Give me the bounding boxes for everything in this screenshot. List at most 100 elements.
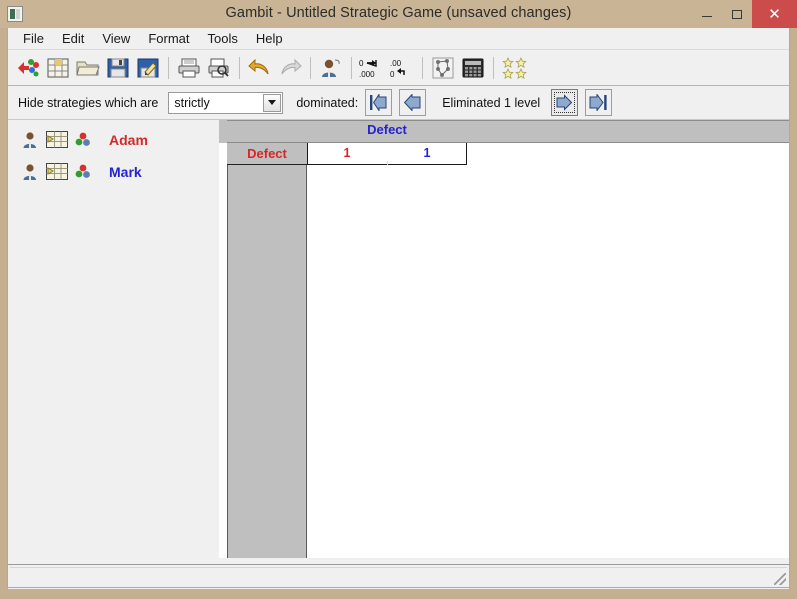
minimize-button[interactable]	[692, 0, 722, 28]
first-level-button[interactable]	[365, 89, 393, 116]
undo-icon	[248, 58, 269, 74]
new-table-icon	[47, 58, 69, 77]
row-player-payoff[interactable]: 1	[308, 146, 386, 160]
next-level-icon	[556, 94, 573, 111]
payoff-matrix: Defect Defect 1 1	[219, 120, 789, 558]
dominated-label: dominated:	[296, 95, 359, 110]
dominance-mode-select[interactable]: strictly	[168, 91, 284, 114]
toolbar-separator	[351, 56, 352, 79]
player-row[interactable]: Mark	[22, 159, 219, 185]
stars-icon	[502, 56, 527, 79]
undo-button[interactable]	[245, 53, 275, 83]
players-button[interactable]	[316, 53, 346, 83]
toolbar-separator	[239, 56, 240, 79]
resize-grip[interactable]	[774, 573, 786, 585]
column-header-band	[219, 120, 789, 143]
svg-text:.000: .000	[359, 70, 375, 79]
player-strategies-icon[interactable]	[46, 163, 68, 181]
increase-decimals-icon: .00 0	[390, 59, 405, 79]
toolbar: 0 .000 .00 0	[8, 50, 789, 86]
toolbar-separator	[310, 56, 311, 79]
save-button[interactable]	[103, 53, 133, 83]
close-button[interactable]: ✕	[752, 0, 797, 28]
last-level-button[interactable]	[585, 89, 613, 116]
hide-strategies-label: Hide strategies which are	[18, 95, 159, 110]
save-as-icon	[137, 58, 159, 77]
new-game-icon	[18, 58, 39, 76]
decrease-decimals-button[interactable]: 0 .000	[357, 53, 387, 83]
player-avatar-icon	[22, 163, 40, 181]
player-icon	[322, 59, 340, 77]
save-as-button[interactable]	[133, 53, 163, 83]
svg-text:.00: .00	[390, 59, 402, 68]
menu-item-edit[interactable]: Edit	[53, 29, 93, 48]
window-controls: ✕	[692, 0, 797, 28]
new-table-button[interactable]	[43, 53, 73, 83]
next-level-button[interactable]	[551, 89, 579, 116]
window-title: Gambit - Untitled Strategic Game (unsave…	[225, 5, 572, 21]
payoff-cell[interactable]: 1 1	[307, 143, 467, 165]
column-strategy-label[interactable]: Defect	[307, 122, 467, 137]
redo-button[interactable]	[275, 53, 305, 83]
toolbar-separator	[493, 56, 494, 79]
game-tree-button[interactable]	[428, 53, 458, 83]
maximize-icon	[732, 9, 742, 19]
work-area: Adam Mark Defect Defect 1 1	[8, 120, 789, 558]
calculator-button[interactable]	[458, 53, 488, 83]
minimize-icon	[702, 15, 712, 18]
player-payoff-icon[interactable]	[74, 163, 92, 181]
toolbar-separator	[168, 56, 169, 79]
equilibria-button[interactable]	[499, 53, 537, 83]
svg-text:0: 0	[359, 59, 364, 68]
first-level-icon	[370, 94, 387, 111]
calculator-icon	[462, 58, 484, 77]
menu-bar: File Edit View Format Tools Help	[8, 28, 789, 50]
redo-icon	[281, 58, 302, 74]
open-folder-icon	[76, 61, 100, 75]
status-text	[10, 567, 787, 585]
menu-item-view[interactable]: View	[93, 29, 139, 48]
game-tree-icon	[432, 57, 454, 78]
menu-item-help[interactable]: Help	[247, 29, 292, 48]
svg-text:0: 0	[390, 70, 395, 79]
row-header-column	[227, 143, 307, 558]
window-bottom-edge	[0, 589, 797, 599]
row-strategy-label[interactable]: Defect	[227, 143, 307, 165]
elimination-status: Eliminated 1 level	[442, 95, 541, 110]
dominance-mode-value: strictly	[174, 95, 210, 110]
menu-item-file[interactable]: File	[14, 29, 53, 48]
player-panel: Adam Mark	[8, 120, 219, 558]
print-preview-icon	[208, 58, 229, 77]
toolbar-separator	[422, 56, 423, 79]
increase-decimals-button[interactable]: .00 0	[387, 53, 417, 83]
last-level-icon	[589, 94, 607, 111]
save-icon	[107, 58, 129, 77]
previous-level-button[interactable]	[399, 89, 427, 116]
decrease-decimals-icon: 0 .000	[359, 59, 377, 79]
column-player-payoff[interactable]: 1	[388, 146, 466, 160]
matrix-corner-cell	[219, 120, 227, 143]
maximize-button[interactable]	[722, 0, 752, 28]
player-payoff-icon[interactable]	[74, 131, 92, 149]
chevron-down-icon[interactable]	[263, 93, 282, 112]
player-name[interactable]: Mark	[109, 164, 142, 180]
previous-level-icon	[404, 94, 421, 111]
client-area: File Edit View Format Tools Help 0 .000 …	[7, 28, 790, 592]
menu-item-format[interactable]: Format	[139, 29, 198, 48]
payoff-divider	[387, 161, 388, 165]
status-bar	[7, 564, 790, 588]
menu-item-tools[interactable]: Tools	[198, 29, 246, 48]
player-strategies-icon[interactable]	[46, 131, 68, 149]
player-name[interactable]: Adam	[109, 132, 148, 148]
title-bar: Gambit - Untitled Strategic Game (unsave…	[0, 0, 797, 28]
print-preview-button[interactable]	[204, 53, 234, 83]
new-game-button[interactable]	[13, 53, 43, 83]
player-avatar-icon	[22, 131, 40, 149]
close-icon: ✕	[768, 5, 781, 23]
gambit-window: Gambit - Untitled Strategic Game (unsave…	[0, 0, 797, 599]
player-row[interactable]: Adam	[22, 127, 219, 153]
print-icon	[178, 58, 200, 77]
dominance-toolbar: Hide strategies which are strictly domin…	[8, 86, 789, 120]
print-button[interactable]	[174, 53, 204, 83]
open-button[interactable]	[73, 53, 103, 83]
